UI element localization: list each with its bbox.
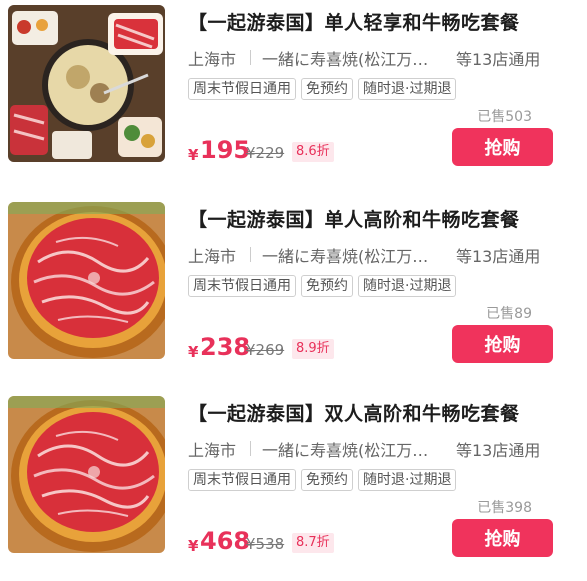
deal-title[interactable]: 【一起游泰国】双人高阶和牛畅吃套餐 xyxy=(188,399,558,426)
tag-refund: 随时退·过期退 xyxy=(358,275,457,297)
deal-sold-count: 已售89 xyxy=(486,306,532,322)
deal-shop-name[interactable]: 一緒に寿喜焼(松江万达店) xyxy=(262,243,437,267)
meta-divider xyxy=(250,247,251,262)
deal-tags: 周末节假日通用 免预约 随时退·过期退 xyxy=(188,275,461,297)
deal-card[interactable]: 【一起游泰国】单人轻享和牛畅吃套餐 上海市 一緒に寿喜焼(松江万达店) 等13店… xyxy=(0,0,587,190)
buy-button[interactable]: 抢购 xyxy=(452,519,553,557)
tag-weekend-holiday: 周末节假日通用 xyxy=(188,275,296,297)
deal-discount-badge: 8.6折 xyxy=(292,142,334,162)
deal-card[interactable]: 【一起游泰国】双人高阶和牛畅吃套餐 上海市 一緒に寿喜焼(松江万达店) 等13店… xyxy=(0,391,587,581)
tag-no-reservation: 免预约 xyxy=(301,469,353,491)
deal-shop-name[interactable]: 一緒に寿喜焼(松江万达店) xyxy=(262,437,437,461)
deal-meta: 上海市 一緒に寿喜焼(松江万达店) 等13店通用 xyxy=(188,243,558,267)
deal-thumbnail[interactable] xyxy=(8,396,165,553)
buy-button[interactable]: 抢购 xyxy=(452,128,553,166)
deal-meta: 上海市 一緒に寿喜焼(松江万达店) 等13店通用 xyxy=(188,46,558,70)
deal-title[interactable]: 【一起游泰国】单人轻享和牛畅吃套餐 xyxy=(188,8,558,35)
deal-discount-badge: 8.7折 xyxy=(292,533,334,553)
deal-city: 上海市 xyxy=(188,247,237,266)
deal-original-price: ¥538 xyxy=(246,535,285,553)
deal-price: 238 xyxy=(200,333,251,361)
currency-symbol: ¥ xyxy=(188,537,199,555)
deal-city: 上海市 xyxy=(188,50,237,69)
tag-refund: 随时退·过期退 xyxy=(358,78,457,100)
marbled-beef-plate-icon xyxy=(8,202,165,359)
deal-city: 上海市 xyxy=(188,441,237,460)
deal-meta: 上海市 一緒に寿喜焼(松江万达店) 等13店通用 xyxy=(188,437,558,461)
deal-original-price: ¥269 xyxy=(246,341,285,359)
deal-thumbnail[interactable] xyxy=(8,5,165,162)
deal-sold-count: 已售398 xyxy=(477,500,532,516)
deal-sold-count: 已售503 xyxy=(477,109,532,125)
buy-button[interactable]: 抢购 xyxy=(452,325,553,363)
deal-store-count[interactable]: 等13店通用 xyxy=(456,243,540,267)
deal-card[interactable]: 【一起游泰国】单人高阶和牛畅吃套餐 上海市 一緒に寿喜焼(松江万达店) 等13店… xyxy=(0,197,587,387)
deal-shop-name[interactable]: 一緒に寿喜焼(松江万达店) xyxy=(262,46,437,70)
deal-store-count[interactable]: 等13店通用 xyxy=(456,437,540,461)
currency-symbol: ¥ xyxy=(188,146,199,164)
deal-thumbnail[interactable] xyxy=(8,202,165,359)
deal-store-count[interactable]: 等13店通用 xyxy=(456,46,540,70)
tag-refund: 随时退·过期退 xyxy=(358,469,457,491)
deal-original-price: ¥229 xyxy=(246,144,285,162)
currency-symbol: ¥ xyxy=(188,343,199,361)
marbled-beef-plate-icon xyxy=(8,396,165,553)
tag-no-reservation: 免预约 xyxy=(301,275,353,297)
deal-price: 468 xyxy=(200,527,251,555)
deal-tags: 周末节假日通用 免预约 随时退·过期退 xyxy=(188,469,461,491)
tag-weekend-holiday: 周末节假日通用 xyxy=(188,78,296,100)
tag-no-reservation: 免预约 xyxy=(301,78,353,100)
meta-divider xyxy=(250,50,251,65)
deal-price: 195 xyxy=(200,136,251,164)
hotpot-table-spread-icon xyxy=(8,5,165,162)
deal-discount-badge: 8.9折 xyxy=(292,339,334,359)
deal-tags: 周末节假日通用 免预约 随时退·过期退 xyxy=(188,78,461,100)
deal-title[interactable]: 【一起游泰国】单人高阶和牛畅吃套餐 xyxy=(188,205,558,232)
tag-weekend-holiday: 周末节假日通用 xyxy=(188,469,296,491)
meta-divider xyxy=(250,441,251,456)
